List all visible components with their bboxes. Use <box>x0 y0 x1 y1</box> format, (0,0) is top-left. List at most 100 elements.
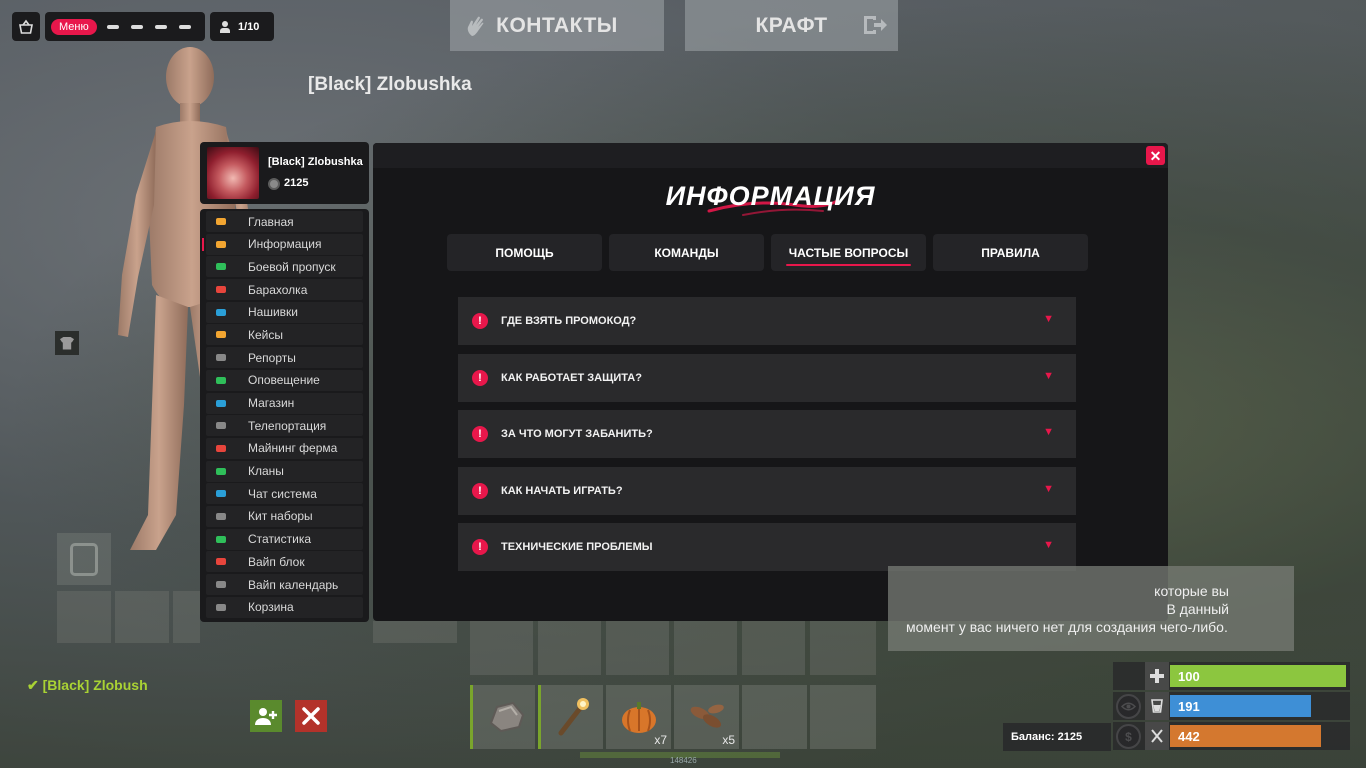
expand-arrow-icon: ▼ <box>1043 369 1054 382</box>
profile-card: [Black] Zlobushka 2125 <box>200 142 369 204</box>
modal-tab[interactable]: КОМАНДЫ <box>609 234 764 271</box>
faq-item[interactable]: ! КАК РАБОТАЕТ ЗАЩИТА? ▼ <box>458 353 1076 402</box>
sidebar-item-label: Корзина <box>248 600 294 615</box>
inventory-slot[interactable] <box>606 621 669 675</box>
clothing-slot[interactable] <box>55 331 79 355</box>
sidebar-item[interactable]: Кейсы <box>206 324 363 346</box>
close-button[interactable]: ✕ <box>1146 146 1165 165</box>
tank-icon[interactable] <box>153 22 169 32</box>
modal-tabs: ПОМОЩЬ КОМАНДЫ ЧАСТЫЕ ВОПРОСЫ ПРАВИЛА <box>447 234 1088 271</box>
inventory-slot[interactable] <box>470 621 533 675</box>
hotbar-slot-empty[interactable] <box>810 685 876 749</box>
sidebar-item[interactable]: Кланы <box>206 460 363 482</box>
avatar <box>207 147 259 199</box>
sidebar-item[interactable]: Вайп календарь <box>206 574 363 595</box>
info-alert-icon: ! <box>472 539 488 556</box>
faq-question: КАК РАБОТАЕТ ЗАЩИТА? <box>501 371 642 384</box>
hotbar-slot-torch[interactable] <box>538 685 603 749</box>
sidebar-item-icon <box>216 286 226 294</box>
modal-header-bar <box>373 143 1168 168</box>
sidebar-item[interactable]: Боевой пропуск <box>206 256 363 278</box>
sidebar-item[interactable]: Статистика <box>206 528 363 550</box>
inventory-slot[interactable] <box>538 621 601 675</box>
modal-tab[interactable]: ПОМОЩЬ <box>447 234 602 271</box>
menu-button[interactable]: Меню <box>51 18 97 35</box>
sidebar-item-label: Оповещение <box>248 373 320 388</box>
sidebar-item[interactable]: Майнинг ферма <box>206 437 363 459</box>
hotbar-number: 148426 <box>670 756 697 765</box>
sidebar-item-label: Майнинг ферма <box>248 441 338 456</box>
hotbar-slot-rock[interactable] <box>470 685 535 749</box>
sidebar-item[interactable]: Телепортация <box>206 415 363 437</box>
players-count: 1/10 <box>238 20 260 33</box>
sidebar-item-label: Главная <box>248 214 294 229</box>
seeds-icon <box>690 704 724 728</box>
modal-tab[interactable]: ЧАСТЫЕ ВОПРОСЫ <box>771 234 926 271</box>
player-stats: 100 191 442 <box>1113 662 1350 752</box>
sidebar-item[interactable]: Нашивки <box>206 301 363 323</box>
sidebar-item-label: Вайп блок <box>248 554 305 569</box>
inventory-slot[interactable] <box>57 591 111 643</box>
sidebar-item-icon <box>216 331 226 339</box>
sidebar-item[interactable]: Информация <box>202 233 363 255</box>
craft-info-line: В данный <box>1166 601 1229 617</box>
inventory-slot[interactable] <box>674 621 737 675</box>
faq-question: ЗА ЧТО МОГУТ ЗАБАНИТЬ? <box>501 428 653 441</box>
modal-tab[interactable]: ПРАВИЛА <box>933 234 1088 271</box>
hotbar-slot-empty[interactable] <box>742 685 807 749</box>
craft-info-panel: которые вы В данный момент у вас ничего … <box>888 566 1294 651</box>
sidebar-item-label: Магазин <box>248 396 295 410</box>
add-team-member-button[interactable] <box>250 700 282 732</box>
sidebar-item-label: Нашивки <box>248 305 298 320</box>
contacts-tab[interactable]: КОНТАКТЫ <box>450 0 664 51</box>
inventory-slot[interactable] <box>373 621 457 643</box>
inventory-slot[interactable] <box>173 591 200 643</box>
sidebar-item-label: Информация <box>248 237 322 252</box>
leave-team-button[interactable] <box>295 700 327 732</box>
sidebar-item[interactable]: Вайп блок <box>206 551 363 573</box>
sidebar-menu: Главная Информация Боевой пропуск Барахолка… <box>200 209 369 622</box>
sidebar-item[interactable]: Кит наборы <box>206 505 363 527</box>
inventory-slot[interactable] <box>810 621 876 675</box>
sidebar-item-label: Вайп календарь <box>248 577 339 592</box>
faq-item[interactable]: ! ТЕХНИЧЕСКИЕ ПРОБЛЕМЫ ▼ <box>458 523 1076 572</box>
faq-list: ! ГДЕ ВЗЯТЬ ПРОМОКОД? ▼! КАК РАБОТАЕТ ЗАЩИТ… <box>458 297 1076 580</box>
boat-icon[interactable] <box>177 22 193 32</box>
craft-info-line: которые вы <box>1154 583 1229 599</box>
sidebar-item-label: Телепортация <box>248 418 327 433</box>
faq-item[interactable]: ! КАК НАЧАТЬ ИГРАТЬ? ▼ <box>458 466 1076 515</box>
sidebar-item-label: Статистика <box>248 532 312 547</box>
backpack-icon <box>70 543 98 576</box>
sidebar-item[interactable]: Магазин <box>206 392 363 414</box>
sidebar-item[interactable]: Корзина <box>206 596 363 618</box>
hotbar-slot-seeds[interactable]: x5 <box>674 685 739 749</box>
water-cup-icon <box>1145 692 1169 720</box>
sidebar-item[interactable]: Чат система <box>206 483 363 505</box>
craft-tab[interactable]: КРАФТ <box>685 0 898 51</box>
hotbar-slot-pumpkin[interactable]: x7 <box>606 685 671 749</box>
sidebar-item[interactable]: Главная <box>206 211 363 232</box>
info-alert-icon: ! <box>472 426 488 443</box>
profile-name: [Black] Zlobushka <box>268 156 363 168</box>
helicopter-icon[interactable] <box>129 22 145 32</box>
health-icon <box>1145 662 1169 690</box>
faq-question: ГДЕ ВЗЯТЬ ПРОМОКОД? <box>501 315 637 327</box>
inventory-slot[interactable] <box>115 591 169 643</box>
sidebar-item-icon <box>216 603 226 611</box>
info-alert-icon: ! <box>472 313 488 329</box>
basket-button[interactable] <box>12 12 40 41</box>
sidebar-item[interactable]: Барахолка <box>206 279 363 301</box>
sidebar-item[interactable]: Оповещение <box>206 369 363 391</box>
expand-arrow-icon: ▼ <box>1043 426 1054 439</box>
profile-balance: 2125 <box>284 177 309 189</box>
sidebar-item[interactable]: Репорты <box>206 347 363 369</box>
faq-item[interactable]: ! ЗА ЧТО МОГУТ ЗАБАНИТЬ? ▼ <box>458 410 1076 459</box>
inventory-slot[interactable] <box>742 621 805 675</box>
plane-icon[interactable] <box>105 22 121 32</box>
sidebar-item-icon <box>216 218 226 225</box>
backpack-slot[interactable] <box>57 533 111 585</box>
faq-item[interactable]: ! ГДЕ ВЗЯТЬ ПРОМОКОД? ▼ <box>458 297 1076 345</box>
add-user-icon <box>255 708 277 725</box>
stat-health: 100 <box>1113 662 1350 690</box>
sidebar-item-label: Кит наборы <box>248 509 313 524</box>
